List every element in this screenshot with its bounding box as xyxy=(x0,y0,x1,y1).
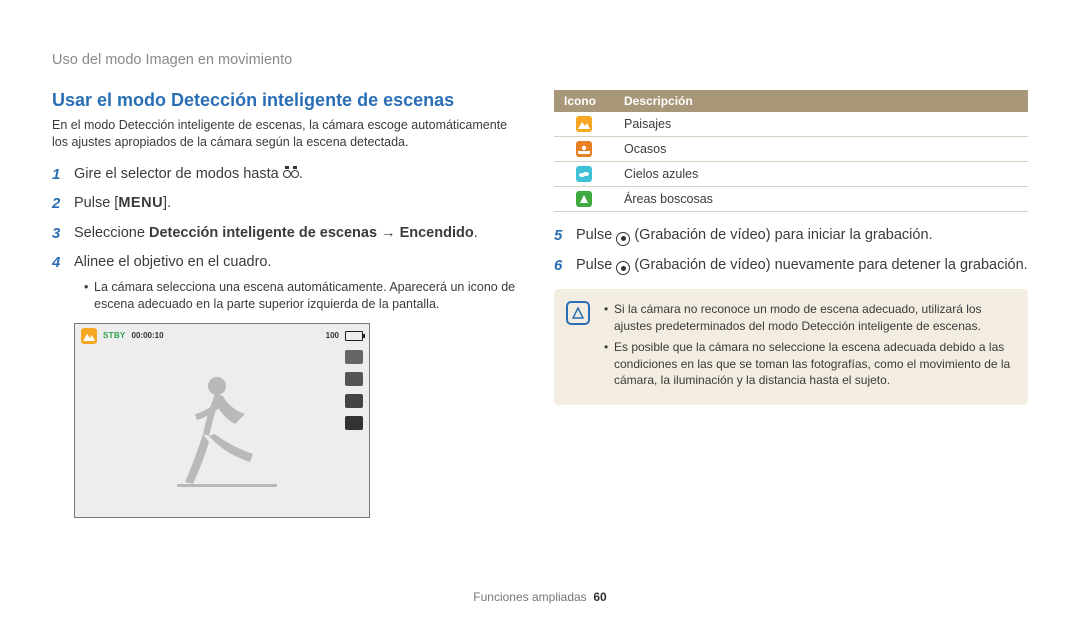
right-column: Icono Descripción PaisajesOcasosCielos a… xyxy=(554,90,1028,518)
step-1-text: Gire el selector de modos hasta xyxy=(74,166,283,182)
th-desc: Descripción xyxy=(614,90,1028,112)
step-4-note: La cámara selecciona una escena automáti… xyxy=(84,279,526,313)
step-2: 2 Pulse [MENU]. xyxy=(52,194,526,214)
page-footer: Funciones ampliadas 60 xyxy=(0,590,1080,604)
step-6: 6 Pulse (Grabación de vídeo) nuevamente … xyxy=(554,256,1028,276)
record-button-icon xyxy=(616,261,630,275)
record-button-icon xyxy=(616,232,630,246)
hud-icon-2 xyxy=(345,372,363,386)
note-2: Es posible que la cámara no seleccione l… xyxy=(604,339,1014,389)
table-row: Ocasos xyxy=(554,137,1028,162)
scene-label: Ocasos xyxy=(614,137,1028,162)
scene-icon xyxy=(576,141,592,157)
step-1: 1 Gire el selector de modos hasta . xyxy=(52,165,526,185)
timecode: 00:00:10 xyxy=(132,331,164,340)
breadcrumb: Uso del modo Imagen en movimiento xyxy=(52,52,292,68)
hud-icon-1 xyxy=(345,350,363,364)
skater-silhouette xyxy=(155,364,295,504)
scene-icon-landscape xyxy=(81,328,97,344)
hud-icon-3 xyxy=(345,394,363,408)
camera-preview: STBY 00:00:10 100 xyxy=(74,323,370,518)
scene-label: Áreas boscosas xyxy=(614,187,1028,212)
th-icon: Icono xyxy=(554,90,614,112)
scene-label: Cielos azules xyxy=(614,162,1028,187)
page-number: 60 xyxy=(593,590,606,604)
scene-icon xyxy=(576,166,592,182)
step-5: 5 Pulse (Grabación de vídeo) para inicia… xyxy=(554,226,1028,246)
note-box: Si la cámara no reconoce un modo de esce… xyxy=(554,289,1028,405)
step-3: 3 Seleccione Detección inteligente de es… xyxy=(52,224,526,244)
battery-icon xyxy=(345,331,363,341)
scene-table: Icono Descripción PaisajesOcasosCielos a… xyxy=(554,90,1028,212)
section-title: Usar el modo Detección inteligente de es… xyxy=(52,90,526,111)
scene-icon xyxy=(576,191,592,207)
note-1: Si la cámara no reconoce un modo de esce… xyxy=(604,301,1014,335)
scene-label: Paisajes xyxy=(614,112,1028,137)
note-icon xyxy=(566,301,590,325)
hud-icon-4 xyxy=(345,416,363,430)
scene-icon xyxy=(576,116,592,132)
menu-button-label: MENU xyxy=(118,195,163,211)
footer-section: Funciones ampliadas xyxy=(473,590,586,604)
mode-dial-icon xyxy=(283,166,299,180)
intro-text: En el modo Detección inteligente de esce… xyxy=(52,117,526,151)
table-row: Áreas boscosas xyxy=(554,187,1028,212)
counter: 100 xyxy=(326,331,339,340)
table-row: Cielos azules xyxy=(554,162,1028,187)
stby-label: STBY xyxy=(103,331,126,340)
step-4: 4 Alinee el objetivo en el cuadro. La cá… xyxy=(52,253,526,312)
left-column: Usar el modo Detección inteligente de es… xyxy=(52,90,526,518)
table-row: Paisajes xyxy=(554,112,1028,137)
